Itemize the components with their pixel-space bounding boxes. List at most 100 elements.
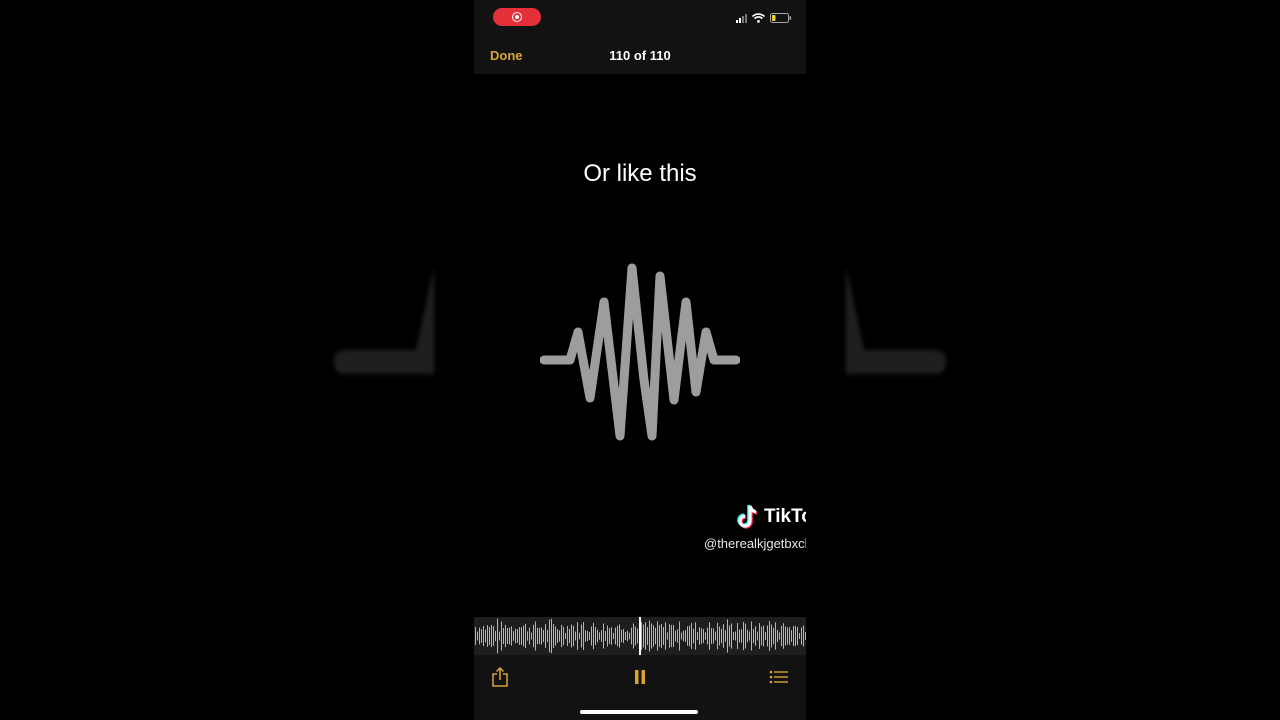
waveform-bar	[543, 629, 544, 643]
waveform-bar	[767, 625, 768, 647]
waveform-bar	[495, 630, 496, 642]
waveform-bar	[787, 627, 788, 645]
waveform-bar	[565, 632, 566, 640]
waveform-bar	[585, 630, 586, 642]
waveform-bar	[717, 622, 718, 650]
waveform-bar	[689, 625, 690, 647]
waveform-bar	[781, 625, 782, 647]
waveform-bar	[607, 625, 608, 647]
waveform-bar	[779, 632, 780, 640]
waveform-bar	[659, 625, 660, 647]
waveform-bar	[487, 625, 488, 647]
waveform-bar	[727, 619, 728, 653]
waveform-bar	[629, 632, 630, 640]
waveform-bar	[747, 629, 748, 643]
waveform-bar	[715, 631, 716, 641]
waveform-bar	[663, 626, 664, 646]
waveform-bar	[615, 627, 616, 645]
waveform-bar	[531, 632, 532, 640]
waveform-bar	[753, 628, 754, 644]
waveform-bar	[681, 632, 682, 640]
waveform-bar	[523, 625, 524, 647]
waveform-bar	[795, 625, 796, 647]
waveform-bar	[617, 625, 618, 647]
waveform-bar	[595, 627, 596, 645]
waveform-bar	[477, 631, 478, 641]
item-counter: 110 of 110	[609, 48, 671, 63]
screen: Done 110 of 110 Or like this TikTok	[0, 0, 1280, 720]
waveform-bar	[625, 632, 626, 640]
pause-button[interactable]	[625, 665, 655, 691]
waveform-bar	[609, 628, 610, 644]
waveform-bar	[721, 628, 722, 644]
share-icon	[491, 666, 509, 690]
waveform-bar	[575, 631, 576, 641]
waveform-bar	[635, 626, 636, 646]
waveform-bar	[677, 629, 678, 643]
waveform-bar	[481, 629, 482, 643]
waveform-bar	[603, 623, 604, 649]
waveform-bar	[499, 631, 500, 641]
waveform-bar	[661, 623, 662, 649]
waveform-bar	[493, 626, 494, 646]
waveform-bar	[651, 623, 652, 649]
waveform-bar	[583, 622, 584, 650]
waveform-bar	[619, 624, 620, 648]
top-bar: Done 110 of 110	[474, 0, 806, 74]
waveform-bar	[751, 621, 752, 651]
waveform-bar	[673, 624, 674, 648]
waveform-bar	[591, 626, 592, 646]
waveform-bar	[649, 620, 650, 652]
waveform-bar	[683, 630, 684, 642]
waveform-bar	[643, 624, 644, 648]
waveform-bar	[491, 624, 492, 648]
waveform-bar	[657, 621, 658, 651]
waveform-bar	[497, 618, 498, 654]
waveform-bar	[723, 624, 724, 648]
waveform-bar	[571, 624, 572, 648]
waveform-bar	[773, 627, 774, 645]
waveform-bar	[743, 621, 744, 651]
waveform-bar	[547, 629, 548, 643]
waveform-bar	[503, 627, 504, 645]
list-button[interactable]	[764, 665, 794, 691]
waveform-bar	[641, 622, 642, 650]
waveform-bar	[507, 627, 508, 645]
waveform-bar	[713, 628, 714, 644]
waveform-bar	[707, 627, 708, 645]
share-button[interactable]	[485, 665, 515, 691]
status-icons	[736, 13, 792, 23]
waveform-bar	[665, 622, 666, 650]
waveform-bar	[785, 626, 786, 646]
waveform-bar	[701, 628, 702, 644]
tiktok-logo-icon	[736, 504, 760, 530]
waveform-bar	[601, 630, 602, 642]
waveform-bar	[745, 623, 746, 649]
waveform-bar	[519, 627, 520, 645]
waveform-bar	[605, 631, 606, 641]
waveform-bar	[791, 630, 792, 642]
waveform-bar	[805, 631, 806, 641]
waveform-bar	[693, 628, 694, 644]
waveform-bar	[559, 630, 560, 642]
waveform-bar	[729, 625, 730, 647]
waveform-bar	[749, 631, 750, 641]
waveform-bar	[623, 629, 624, 643]
phone-screen: Done 110 of 110 Or like this TikTok	[474, 0, 806, 720]
waveform-bar	[737, 622, 738, 650]
waveform-bar	[759, 623, 760, 649]
waveform-bar	[515, 628, 516, 644]
list-icon	[769, 669, 789, 688]
waveform-bar	[801, 627, 802, 645]
waveform-bar	[529, 627, 530, 645]
waveform-bar	[691, 623, 692, 649]
waveform-bar	[777, 630, 778, 642]
home-indicator[interactable]	[580, 710, 698, 714]
playhead[interactable]	[639, 617, 641, 655]
waveform-bar	[671, 625, 672, 647]
waveform-bar	[521, 627, 522, 645]
screen-recording-indicator[interactable]	[493, 8, 541, 26]
waveform-bar	[725, 630, 726, 642]
waveform-bar	[711, 628, 712, 644]
waveform-bar	[685, 630, 686, 642]
